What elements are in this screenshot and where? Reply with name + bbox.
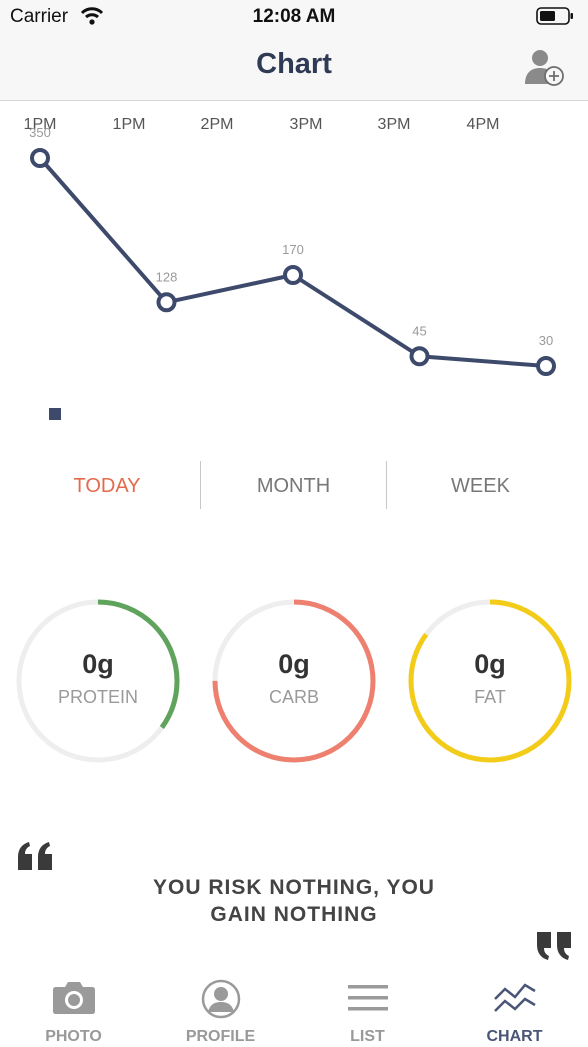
tab-chart-label: CHART (486, 1028, 543, 1045)
tab-bar: PHOTO PROFILE LIST CHART (0, 970, 588, 1047)
profile-icon (201, 979, 240, 1019)
carb-label: CARB (268, 687, 319, 707)
tab-photo-label: PHOTO (45, 1028, 102, 1045)
quote-line-2: GAIN NOTHING (210, 903, 378, 926)
tab-list-label: LIST (350, 1028, 385, 1045)
data-value-label: 45 (412, 323, 426, 338)
carb-value: 0g (278, 649, 310, 679)
data-point (536, 356, 556, 376)
list-icon (347, 985, 388, 1011)
data-value-label: 128 (156, 269, 178, 284)
fat-value: 0g (474, 649, 506, 679)
data-value-label: 30 (539, 333, 553, 348)
carb-ring: 0g CARB (208, 595, 380, 767)
open-quote-icon (16, 840, 56, 877)
protein-value: 0g (82, 649, 114, 679)
tab-chart[interactable]: CHART (441, 970, 588, 1047)
series-line (38, 156, 547, 368)
chart-line-icon (493, 983, 536, 1012)
battery-icon (536, 7, 574, 30)
protein-ring: 0g PROTEIN (12, 595, 184, 767)
page-title: Chart (256, 48, 332, 80)
protein-label: PROTEIN (57, 687, 138, 707)
fat-label: FAT (474, 687, 506, 707)
fat-ring: 0g FAT (404, 595, 576, 767)
add-user-icon (525, 50, 564, 86)
tab-list[interactable]: LIST (294, 970, 441, 1047)
status-bar: Carrier 12:08 AM (0, 0, 588, 34)
quote-line-1: YOU RISK NOTHING, YOU (153, 876, 435, 899)
x-axis-tick-label: 1PM (113, 116, 146, 133)
data-point (283, 265, 303, 285)
segment-month[interactable]: MONTH (201, 458, 386, 512)
x-axis-tick-label: 3PM (378, 116, 411, 133)
period-segmented-control: TODAY MONTH WEEK (0, 458, 588, 512)
x-axis-tick-label: 3PM (290, 116, 323, 133)
data-point (156, 292, 177, 313)
legend-marker (49, 408, 61, 420)
tab-photo[interactable]: PHOTO (0, 970, 147, 1047)
close-quote-icon (533, 930, 573, 967)
tab-profile-label: PROFILE (185, 1028, 256, 1045)
data-value-label: 170 (282, 242, 304, 257)
tab-profile[interactable]: PROFILE (147, 970, 294, 1047)
x-axis-tick-label: 4PM (467, 116, 500, 133)
navigation-bar: Chart (0, 34, 588, 101)
motivational-quote: YOU RISK NOTHING, YOU GAIN NOTHING (60, 874, 528, 928)
data-point (409, 346, 430, 367)
data-point (30, 148, 50, 168)
line-chart: 1PM 1PM 2PM 3PM 3PM 4PM 3501281704530 (24, 116, 556, 420)
nutrient-rings: 0g PROTEIN 0g CARB 0g FAT (0, 595, 588, 770)
camera-icon (52, 982, 95, 1014)
segment-week[interactable]: WEEK (387, 458, 574, 512)
data-value-label: 350 (29, 125, 51, 140)
add-user-button[interactable] (522, 44, 566, 88)
clock-label: 12:08 AM (252, 6, 336, 27)
segment-today[interactable]: TODAY (14, 458, 200, 512)
x-axis-tick-label: 2PM (201, 116, 234, 133)
